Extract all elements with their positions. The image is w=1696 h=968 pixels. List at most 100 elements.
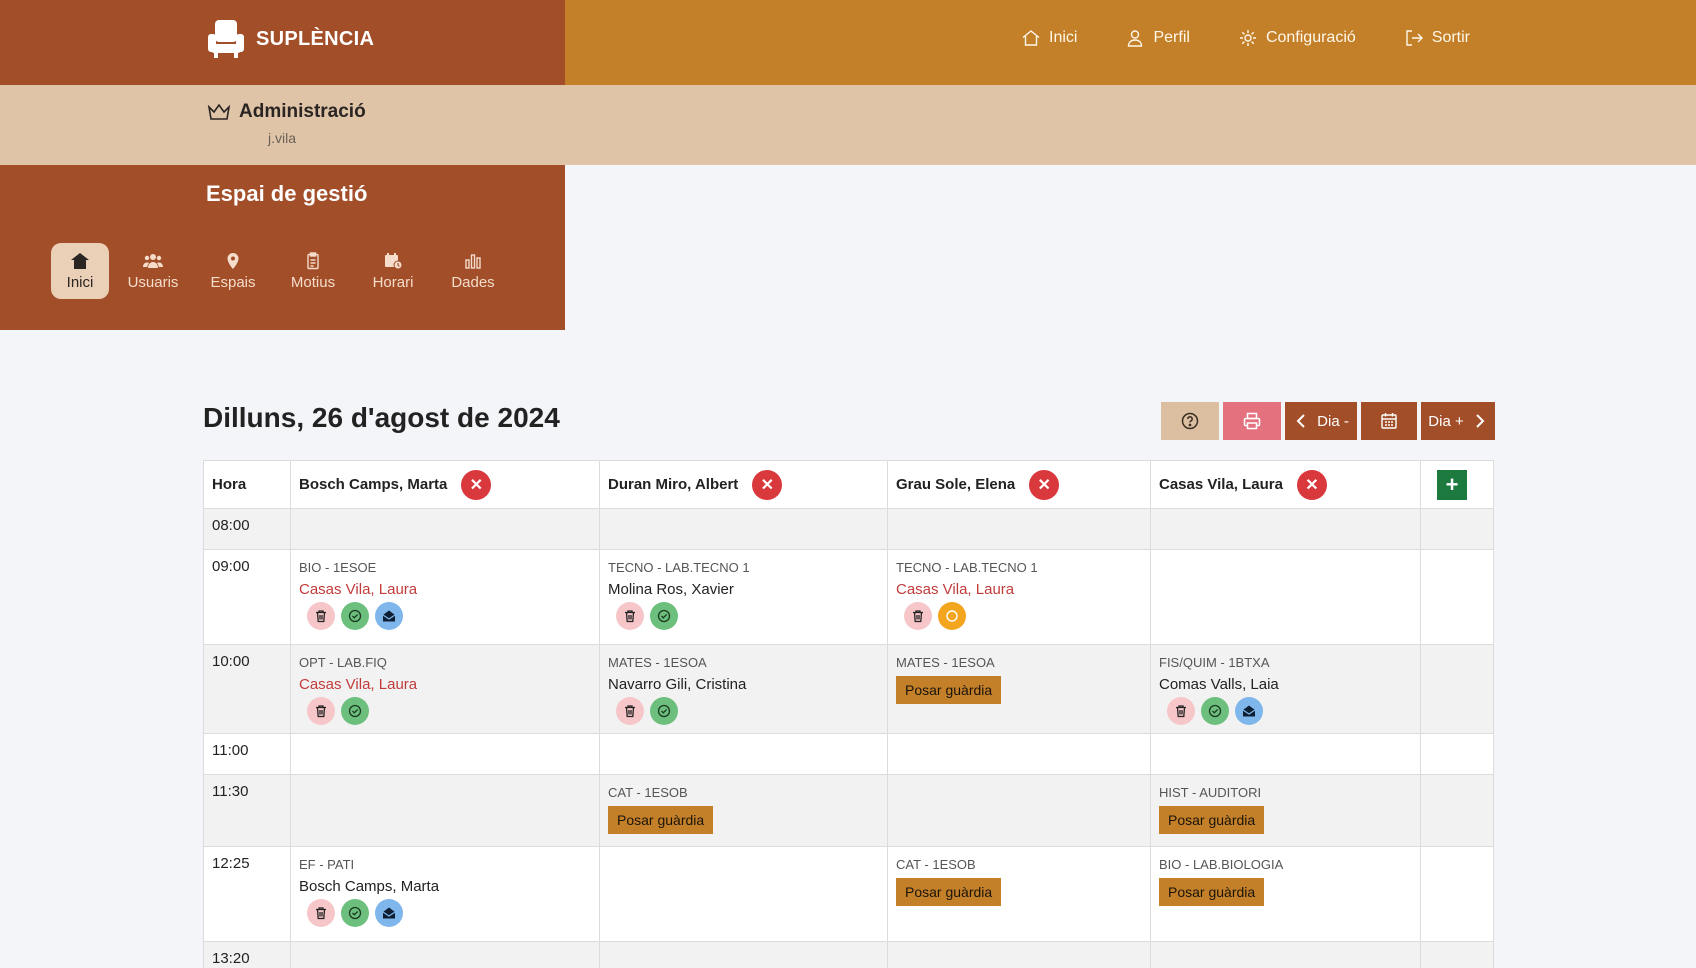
close-icon: ✕ bbox=[760, 476, 774, 494]
delete-button[interactable] bbox=[307, 602, 335, 630]
nav-configuracio[interactable]: Configuració bbox=[1238, 28, 1356, 48]
brand-name: SUPLÈNCIA bbox=[256, 27, 375, 50]
slot-cell: OPT - LAB.FIQ Casas Vila, Laura bbox=[290, 644, 600, 734]
slot-cell bbox=[1420, 774, 1494, 847]
assign-guard-button[interactable]: Posar guàrdia bbox=[1159, 878, 1265, 906]
substitute-name: Molina Ros, Xavier bbox=[608, 581, 734, 598]
slot-actions bbox=[307, 602, 591, 630]
confirm-button[interactable] bbox=[650, 602, 678, 630]
slot-cell bbox=[887, 774, 1151, 847]
slot-cell bbox=[599, 733, 888, 775]
plus-icon: + bbox=[1445, 471, 1459, 497]
admin-username: j.vila bbox=[268, 130, 297, 146]
trash-icon bbox=[316, 705, 326, 718]
confirm-button[interactable] bbox=[1201, 697, 1229, 725]
tab-espais[interactable]: Espais bbox=[197, 243, 269, 299]
nav-perfil[interactable]: Perfil bbox=[1125, 28, 1190, 48]
gear-icon bbox=[1239, 30, 1256, 46]
slot-cell: MATES - 1ESOA Posar guàrdia bbox=[887, 644, 1151, 734]
tab-inici[interactable]: Inici bbox=[51, 243, 109, 299]
check-circle-icon bbox=[348, 704, 362, 718]
main-nav: Inici Perfil Configuració Sortir bbox=[1021, 28, 1470, 48]
remove-column-button[interactable]: ✕ bbox=[461, 469, 492, 500]
delete-button[interactable] bbox=[307, 899, 335, 927]
tab-motius[interactable]: Motius bbox=[277, 243, 349, 299]
slot-actions bbox=[904, 602, 1142, 630]
substitute-name: Bosch Camps, Marta bbox=[299, 878, 440, 895]
hour-header: Hora bbox=[203, 460, 291, 509]
slot-actions bbox=[616, 602, 879, 630]
table-header-row: Hora Bosch Camps, Marta ✕ Duran Miro, Alb… bbox=[203, 460, 1494, 509]
chevron-right-icon bbox=[1476, 414, 1485, 428]
pending-button[interactable] bbox=[938, 602, 966, 630]
remove-column-button[interactable]: ✕ bbox=[752, 469, 783, 500]
subject-label: OPT - LAB.FIQ bbox=[299, 655, 387, 670]
brand-logo[interactable]: SUPLÈNCIA bbox=[206, 18, 374, 60]
delete-button[interactable] bbox=[616, 697, 644, 725]
delete-button[interactable] bbox=[616, 602, 644, 630]
admin-title: Administració bbox=[239, 101, 366, 122]
confirm-button[interactable] bbox=[341, 899, 369, 927]
assign-guard-button[interactable]: Posar guàrdia bbox=[896, 676, 1002, 704]
schedule-date: Dilluns, 26 d'agost de 2024 bbox=[203, 402, 560, 433]
envelope-open-icon bbox=[382, 907, 396, 919]
tab-horari[interactable]: Horari bbox=[357, 243, 429, 299]
slot-cell bbox=[599, 846, 888, 942]
nav-label: Configuració bbox=[1265, 29, 1356, 46]
tab-dades[interactable]: Dades bbox=[437, 243, 509, 299]
pending-circle-icon bbox=[946, 610, 958, 622]
subject-label: BIO - 1ESOE bbox=[299, 560, 377, 575]
tab-usuaris[interactable]: Usuaris bbox=[117, 243, 189, 299]
slot-cell: HIST - AUDITORI Posar guàrdia bbox=[1150, 774, 1421, 847]
slot-cell: TECNO - LAB.TECNO 1 Casas Vila, Laura bbox=[887, 549, 1151, 645]
print-button[interactable] bbox=[1223, 402, 1281, 440]
teacher-column-header: Duran Miro, Albert ✕ bbox=[599, 460, 888, 509]
confirm-button[interactable] bbox=[341, 697, 369, 725]
calendar-button[interactable] bbox=[1361, 402, 1417, 440]
substitute-name: Comas Valls, Laia bbox=[1159, 676, 1279, 693]
next-day-button[interactable]: Dia + bbox=[1421, 402, 1495, 440]
confirm-button[interactable] bbox=[341, 602, 369, 630]
slot-cell bbox=[887, 941, 1151, 968]
delete-button[interactable] bbox=[904, 602, 932, 630]
nav-inici[interactable]: Inici bbox=[1021, 28, 1077, 48]
help-button[interactable] bbox=[1161, 402, 1219, 440]
assign-guard-button[interactable]: Posar guàrdia bbox=[608, 806, 714, 834]
close-icon: ✕ bbox=[1305, 476, 1319, 494]
teacher-name: Casas Vila, Laura bbox=[1159, 476, 1283, 493]
envelope-open-icon bbox=[382, 610, 396, 622]
admin-strip: Administració j.vila bbox=[0, 85, 1696, 165]
table-row: 11:30 CAT - 1ESOB Posar guàrdia HIST - A… bbox=[203, 774, 1494, 847]
prev-day-label: Dia - bbox=[1317, 412, 1349, 430]
admin-heading: Administració bbox=[207, 101, 366, 123]
tab-label: Inici bbox=[66, 273, 94, 291]
delete-button[interactable] bbox=[307, 697, 335, 725]
assign-guard-button[interactable]: Posar guàrdia bbox=[896, 878, 1002, 906]
prev-day-button[interactable]: Dia - bbox=[1285, 402, 1357, 440]
teacher-column-header: Casas Vila, Laura ✕ bbox=[1150, 460, 1421, 509]
subject-label: HIST - AUDITORI bbox=[1159, 785, 1262, 800]
slot-cell: CAT - 1ESOB Posar guàrdia bbox=[599, 774, 888, 847]
remove-column-button[interactable]: ✕ bbox=[1029, 469, 1060, 500]
notify-button[interactable] bbox=[375, 899, 403, 927]
nav-label: Sortir bbox=[1431, 29, 1470, 46]
schedule-toolbar: Dia - Dia + bbox=[1161, 402, 1495, 440]
home-icon bbox=[1022, 30, 1040, 46]
close-icon: ✕ bbox=[469, 476, 484, 494]
slot-cell bbox=[1420, 733, 1494, 775]
slot-cell: FIS/QUIM - 1BTXA Comas Valls, Laia bbox=[1150, 644, 1421, 734]
teacher-name: Duran Miro, Albert bbox=[608, 476, 739, 493]
notify-button[interactable] bbox=[1235, 697, 1263, 725]
tab-label: Horari bbox=[372, 273, 414, 291]
confirm-button[interactable] bbox=[650, 697, 678, 725]
delete-button[interactable] bbox=[1167, 697, 1195, 725]
envelope-open-icon bbox=[1242, 705, 1256, 717]
add-column-button[interactable]: + bbox=[1437, 469, 1467, 500]
assign-guard-button[interactable]: Posar guàrdia bbox=[1159, 806, 1265, 834]
notify-button[interactable] bbox=[375, 602, 403, 630]
nav-sortir[interactable]: Sortir bbox=[1404, 28, 1470, 48]
brand-block: SUPLÈNCIA bbox=[0, 0, 565, 85]
subject-label: EF - PATI bbox=[299, 857, 355, 872]
tab-label: Usuaris bbox=[127, 273, 179, 291]
remove-column-button[interactable]: ✕ bbox=[1296, 469, 1327, 500]
